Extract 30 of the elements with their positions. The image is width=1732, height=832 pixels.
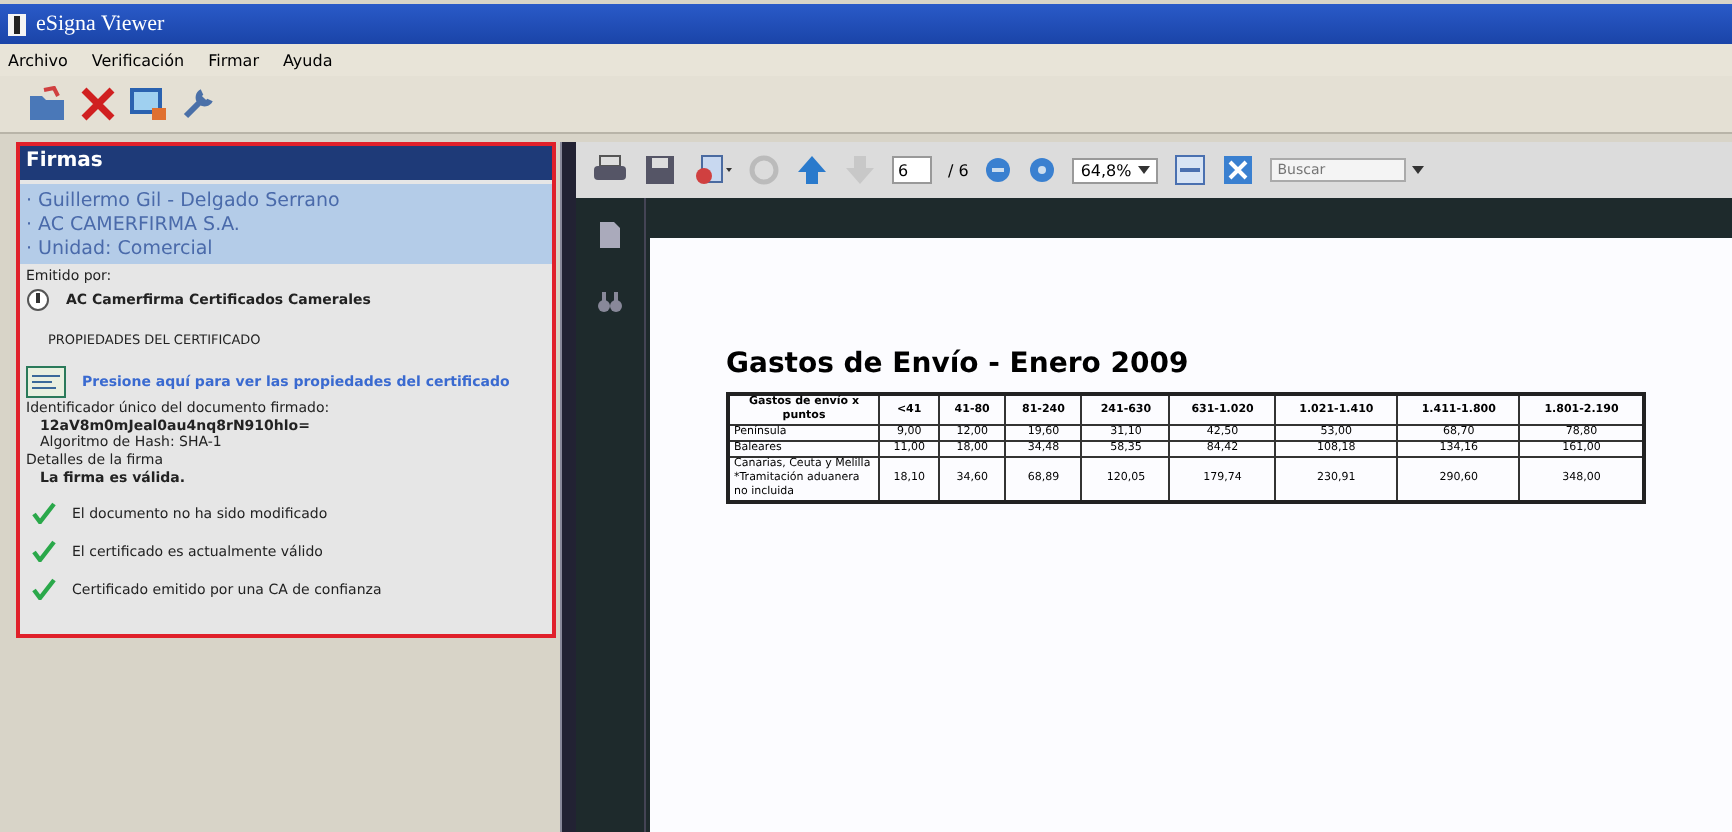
fit-page-icon[interactable] [1221,154,1254,186]
folder-icon[interactable] [28,86,68,122]
page-icon[interactable] [600,222,620,248]
splitter-handle[interactable] [560,142,576,832]
menu-item[interactable]: Verificación [91,51,185,69]
up-arrow-icon[interactable] [796,154,828,186]
page-field[interactable]: 6 [892,156,932,184]
certificate-icon[interactable] [26,366,66,398]
menu-item[interactable]: Firmar [208,51,259,69]
caret-icon[interactable] [1411,166,1424,174]
zoom-out-icon[interactable] [984,156,1013,184]
binoculars-icon[interactable] [598,292,622,312]
save-icon[interactable] [644,154,676,186]
window-title: eSigna Viewer [36,12,165,36]
app-icon [8,13,26,35]
close-icon[interactable] [80,86,116,122]
document-title: Gastos de Envío - Enero 2009 [726,348,1191,380]
fit-width-icon[interactable] [1173,154,1206,186]
print-icon[interactable] [592,154,628,186]
zoom-dropdown[interactable]: 64,8% [1072,157,1158,183]
page-total: / 6 [948,161,969,179]
caret-icon [1137,166,1150,174]
menu-item[interactable]: Ayuda [283,51,333,69]
monitor-icon[interactable] [128,86,168,122]
panel-title: Firmas [20,146,552,180]
export-icon[interactable] [692,154,732,186]
info-icon [26,288,50,312]
menu-item[interactable]: Archivo [8,51,68,69]
wrench-icon[interactable] [180,86,216,122]
zoom-in-icon[interactable] [1028,156,1057,184]
